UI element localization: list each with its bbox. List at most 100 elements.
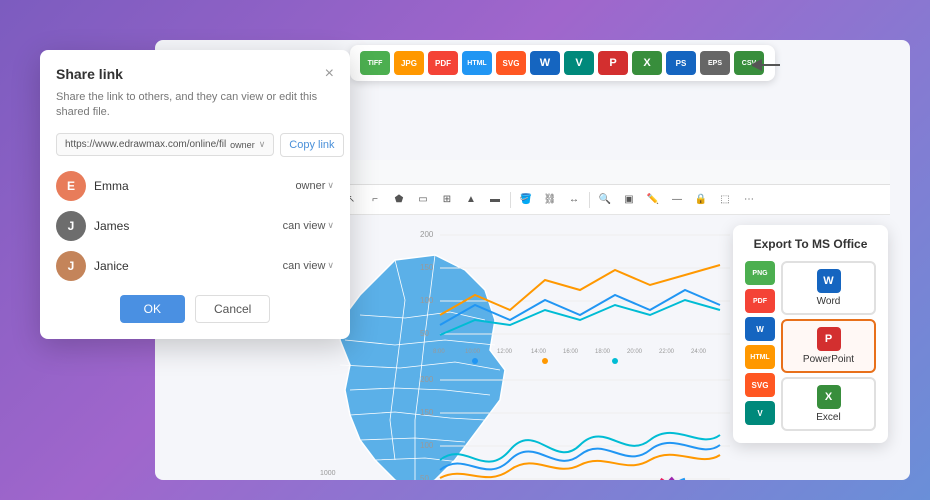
lock-tool[interactable]: 🔒 xyxy=(692,191,710,209)
export-panel-title: Export To MS Office xyxy=(745,237,876,251)
svg-text:10:00: 10:00 xyxy=(465,349,481,355)
svg-text:100: 100 xyxy=(420,441,434,450)
divider2 xyxy=(589,192,590,208)
sidebar-html-icon[interactable]: HTML xyxy=(745,345,775,369)
connect-tool[interactable]: ↔ xyxy=(565,191,583,209)
dialog-description: Share the link to others, and they can v… xyxy=(56,90,334,121)
svg-text:18:00: 18:00 xyxy=(595,349,611,355)
word-format-icon[interactable]: W xyxy=(530,51,560,75)
eps-icon[interactable]: EPS xyxy=(700,51,730,75)
close-button[interactable]: × xyxy=(325,66,334,82)
export-content: PNG PDF W HTML SVG V W Word P PowerPoint… xyxy=(745,261,876,431)
svg-text:50: 50 xyxy=(420,329,429,338)
export-panel: Export To MS Office PNG PDF W HTML SVG V… xyxy=(733,225,888,443)
link-input-field[interactable]: https://www.edrawmax.com/online/fil owne… xyxy=(56,133,274,156)
svg-text:20:00: 20:00 xyxy=(627,349,643,355)
more-tool[interactable]: ⋯ xyxy=(740,191,758,209)
fill-tool[interactable]: 🪣 xyxy=(517,191,535,209)
user-perm-label-emma: owner xyxy=(295,180,325,192)
export-options: W Word P PowerPoint X Excel xyxy=(781,261,876,431)
excel-option-icon: X xyxy=(817,385,841,409)
line-tool[interactable]: — xyxy=(668,191,686,209)
svg-text:8:00: 8:00 xyxy=(433,349,445,355)
link-permission-text: owner xyxy=(230,140,255,150)
tiff-icon[interactable]: TIFF xyxy=(360,51,390,75)
link-dropdown-arrow[interactable]: ∨ xyxy=(259,139,266,150)
visio-icon[interactable]: V xyxy=(564,51,594,75)
svg-text:150: 150 xyxy=(420,263,434,272)
corner-tool[interactable]: ⌐ xyxy=(366,191,384,209)
format-toolbar: TIFF JPG PDF HTML SVG W V P X PS EPS CSV xyxy=(350,45,775,81)
sidebar-pdf-icon[interactable]: PDF xyxy=(745,289,775,313)
perm-arrow-emma: ∨ xyxy=(327,180,334,191)
user-row-james: J James can view ∨ xyxy=(56,211,334,241)
svg-text:14:00: 14:00 xyxy=(531,349,547,355)
preview-tool[interactable]: ▣ xyxy=(620,191,638,209)
dialog-title: Share link xyxy=(56,66,123,82)
user-name-janice: Janice xyxy=(94,259,275,273)
user-row-janice: J Janice can view ∨ xyxy=(56,251,334,281)
avatar-james: J xyxy=(56,211,86,241)
rect-tool[interactable]: ▭ xyxy=(414,191,432,209)
word-export-option[interactable]: W Word xyxy=(781,261,876,315)
perm-arrow-janice: ∨ xyxy=(327,260,334,271)
pen-tool[interactable]: ✏️ xyxy=(644,191,662,209)
link-tool[interactable]: ⛓ xyxy=(541,191,559,209)
table-tool[interactable]: ⊞ xyxy=(438,191,456,209)
avatar-janice: J xyxy=(56,251,86,281)
word-option-label: Word xyxy=(817,296,841,307)
user-row-emma: E Emma owner ∨ xyxy=(56,171,334,201)
export-sidebar: PNG PDF W HTML SVG V xyxy=(745,261,775,431)
user-perm-janice[interactable]: can view ∨ xyxy=(283,260,334,272)
pdf-icon[interactable]: PDF xyxy=(428,51,458,75)
user-name-emma: Emma xyxy=(94,179,287,193)
copy-link-button[interactable]: Copy link xyxy=(280,133,343,157)
sidebar-png-icon[interactable]: PNG xyxy=(745,261,775,285)
svg-text:1000: 1000 xyxy=(320,470,336,477)
shape-tool[interactable]: ⬟ xyxy=(390,191,408,209)
chart-tool[interactable]: ▲ xyxy=(462,191,480,209)
user-perm-james[interactable]: can view ∨ xyxy=(283,220,334,232)
sidebar-word-icon[interactable]: W xyxy=(745,317,775,341)
ok-button[interactable]: OK xyxy=(120,295,185,323)
chart-pie-svg xyxy=(650,460,730,480)
sidebar-svg-icon[interactable]: SVG xyxy=(745,373,775,397)
crop-tool[interactable]: ⬚ xyxy=(716,191,734,209)
cancel-button[interactable]: Cancel xyxy=(195,295,270,323)
link-url-text: https://www.edrawmax.com/online/fil xyxy=(65,139,226,150)
sidebar-visio-icon[interactable]: V xyxy=(745,401,775,425)
chart-pie xyxy=(650,460,730,480)
svg-text:24:00: 24:00 xyxy=(691,349,707,355)
powerpoint-option-label: PowerPoint xyxy=(803,354,854,365)
powerpoint-option-icon: P xyxy=(817,327,841,351)
divider1 xyxy=(510,192,511,208)
svg-text:200: 200 xyxy=(420,230,434,239)
link-row: https://www.edrawmax.com/online/fil owne… xyxy=(56,133,334,157)
user-name-james: James xyxy=(94,219,275,233)
excel-icon[interactable]: X xyxy=(632,51,662,75)
user-perm-emma[interactable]: owner ∨ xyxy=(295,180,334,192)
help-bar: Help xyxy=(310,160,890,185)
share-dialog: Share link × Share the link to others, a… xyxy=(40,50,350,339)
excel-option-label: Excel xyxy=(816,412,840,423)
chart-bar-svg: 1000 800 600 400 xyxy=(315,465,495,480)
ppt-icon[interactable]: P xyxy=(598,51,628,75)
perm-arrow-james: ∨ xyxy=(327,220,334,231)
svg-text:22:00: 22:00 xyxy=(659,349,675,355)
svg-text:16:00: 16:00 xyxy=(563,349,579,355)
ps-icon[interactable]: PS xyxy=(666,51,696,75)
user-perm-label-janice: can view xyxy=(283,260,326,272)
powerpoint-export-option[interactable]: P PowerPoint xyxy=(781,319,876,373)
rect2-tool[interactable]: ▬ xyxy=(486,191,504,209)
tool-bar: T ↖ ⌐ ⬟ ▭ ⊞ ▲ ▬ 🪣 ⛓ ↔ 🔍 ▣ ✏️ — 🔒 ⬚ ⋯ xyxy=(310,185,890,215)
jpg-icon[interactable]: JPG xyxy=(394,51,424,75)
zoom-tool[interactable]: 🔍 xyxy=(596,191,614,209)
chart-bar: 1000 800 600 400 xyxy=(315,465,495,480)
html-icon[interactable]: HTML xyxy=(462,51,492,75)
svg-icon[interactable]: SVG xyxy=(496,51,526,75)
svg-text:12:00: 12:00 xyxy=(497,349,513,355)
excel-export-option[interactable]: X Excel xyxy=(781,377,876,431)
word-option-icon: W xyxy=(817,269,841,293)
chart-top: 200 150 100 50 8:00 10:00 12:00 14:00 16… xyxy=(415,225,735,365)
svg-text:100: 100 xyxy=(420,296,434,305)
